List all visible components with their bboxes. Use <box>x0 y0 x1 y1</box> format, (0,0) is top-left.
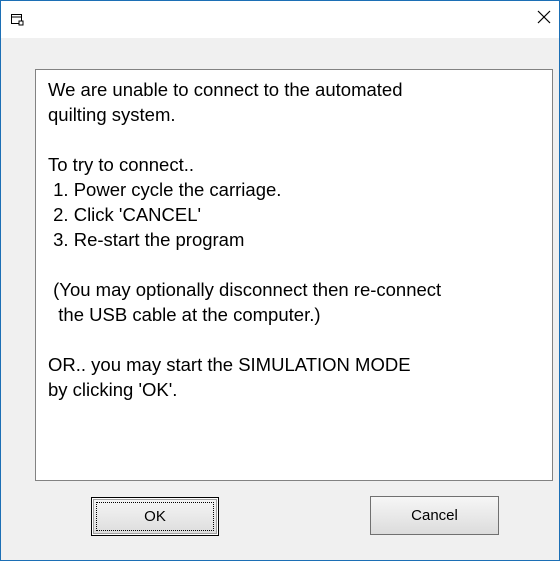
message-line: OR.. you may start the SIMULATION MODE <box>48 354 411 375</box>
close-icon <box>537 10 551 29</box>
message-line: 2. Click 'CANCEL' <box>48 204 202 225</box>
message-line: quilting system. <box>48 104 176 125</box>
cancel-button[interactable]: Cancel <box>370 496 499 535</box>
focus-indicator <box>96 502 214 531</box>
app-window-icon <box>10 12 24 26</box>
message-line: We are unable to connect to the automate… <box>48 79 403 100</box>
ok-button[interactable]: OK <box>91 497 219 536</box>
message-box: We are unable to connect to the automate… <box>35 69 553 481</box>
message-line: To try to connect.. <box>48 154 195 175</box>
message-line: by clicking 'OK'. <box>48 379 178 400</box>
message-line: (You may optionally disconnect then re-c… <box>48 279 442 300</box>
title-bar <box>1 1 559 38</box>
message-line: 3. Re-start the program <box>48 229 245 250</box>
cancel-button-label: Cancel <box>411 507 458 524</box>
message-line: 1. Power cycle the carriage. <box>48 179 282 200</box>
message-line: the USB cable at the computer.) <box>48 304 321 325</box>
dialog-content: We are unable to connect to the automate… <box>1 38 559 560</box>
dialog-window: We are unable to connect to the automate… <box>0 0 560 561</box>
close-button[interactable] <box>529 1 559 38</box>
